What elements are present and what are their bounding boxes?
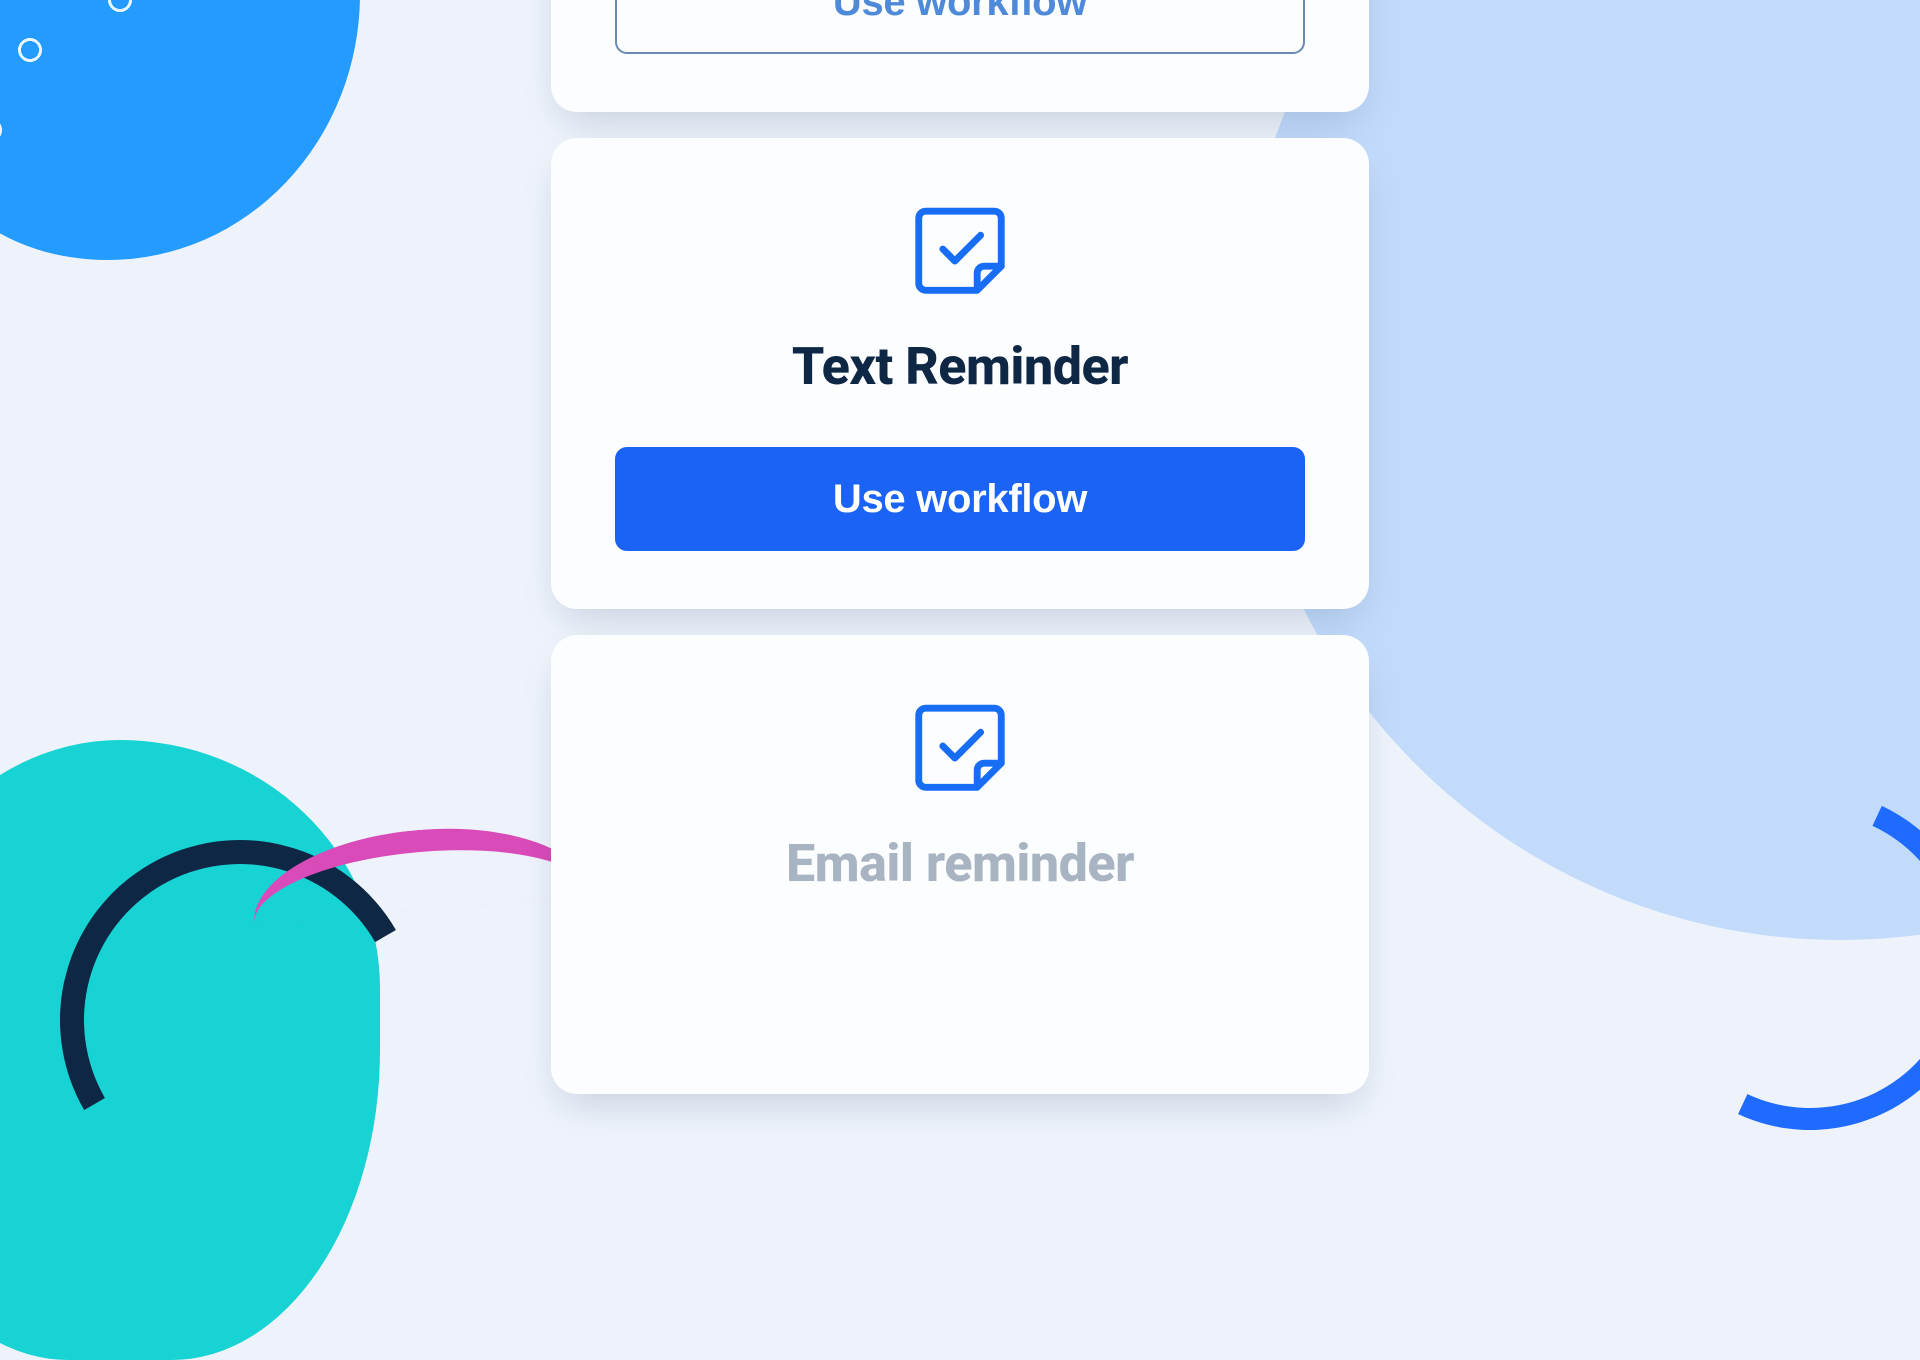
decor-blue-blob bbox=[0, 0, 360, 260]
workflow-card: Text Reminder Use workflow bbox=[551, 138, 1369, 609]
workflow-card: Use workflow bbox=[551, 0, 1369, 112]
use-workflow-button[interactable]: Use workflow bbox=[615, 447, 1305, 551]
workflow-card: Email reminder bbox=[551, 635, 1369, 1094]
use-workflow-button[interactable]: Use workflow bbox=[615, 0, 1305, 54]
workflow-card-title: Text Reminder bbox=[792, 336, 1128, 397]
note-check-icon bbox=[905, 194, 1015, 304]
note-check-icon bbox=[905, 691, 1015, 801]
workflow-card-title: Email reminder bbox=[786, 833, 1134, 894]
workflow-card-list: Use workflow Text Reminder Use workflow … bbox=[551, 0, 1369, 1094]
